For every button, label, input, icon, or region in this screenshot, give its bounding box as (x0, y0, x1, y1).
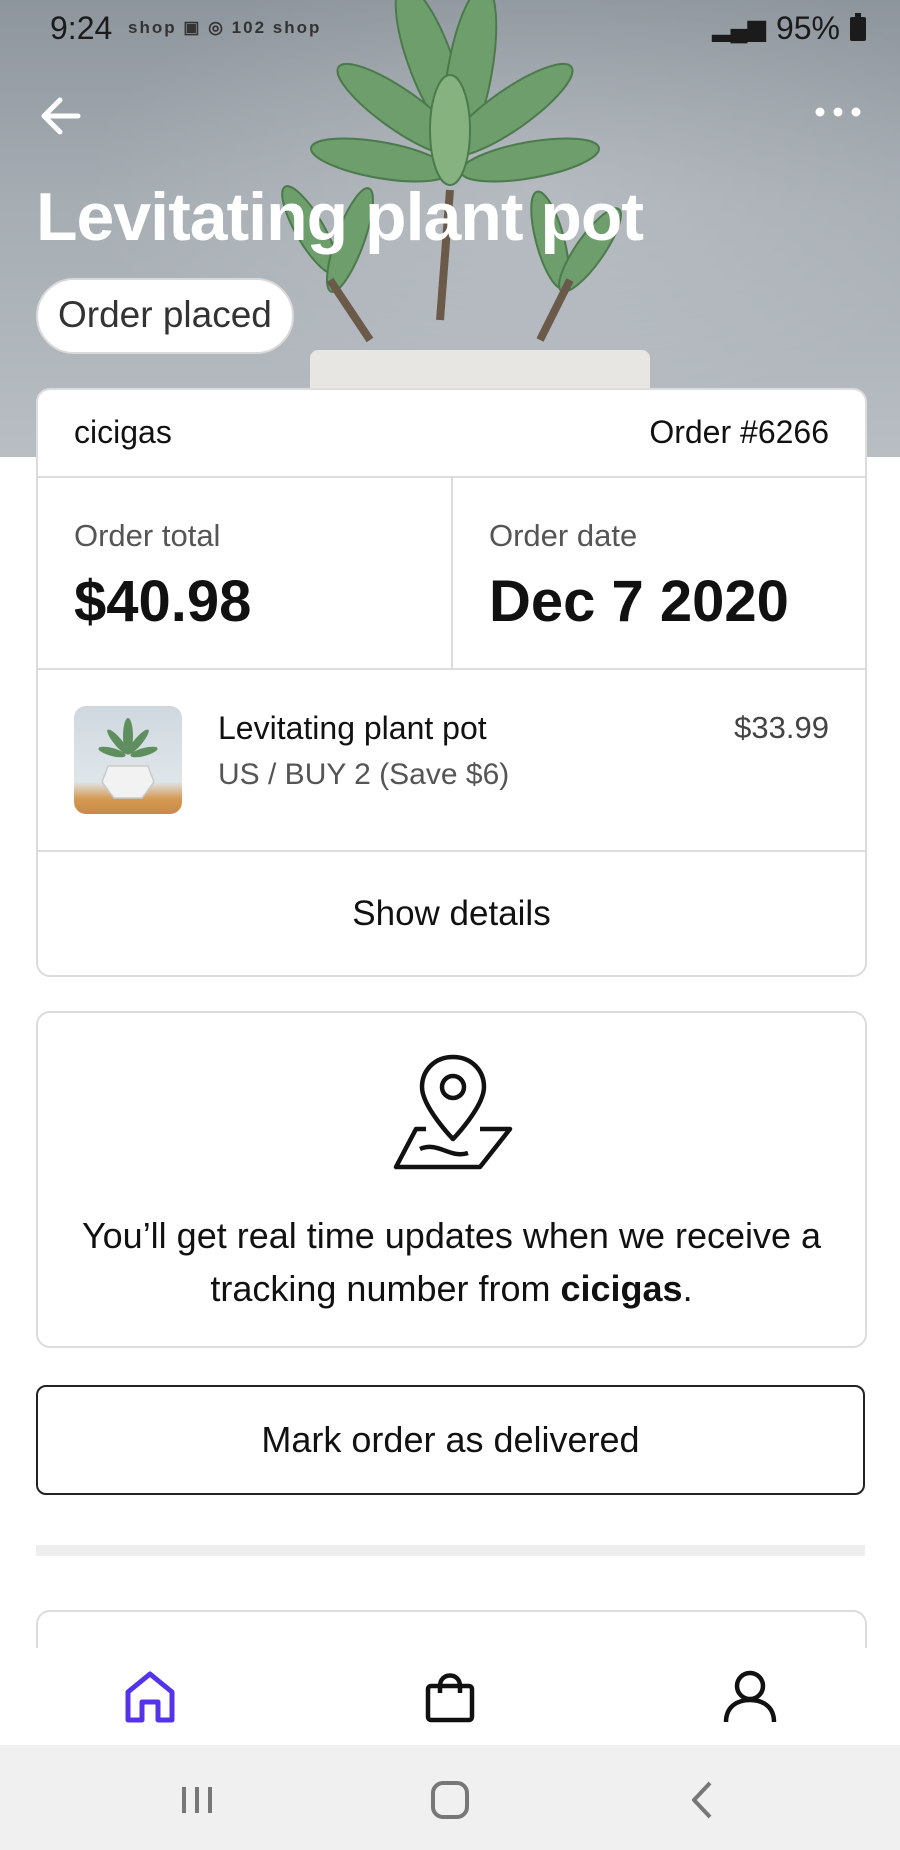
item-name: Levitating plant pot (218, 710, 487, 746)
item-thumbnail (74, 706, 182, 814)
order-header-row: cicigas Order #6266 (38, 390, 865, 478)
bottom-navigation (0, 1648, 900, 1744)
back-button[interactable] (34, 88, 90, 144)
map-pin-icon (393, 1054, 513, 1170)
status-bar: 9:24 shop ▣ ◎ 102 shop ▂▄▆ 95% (0, 0, 900, 56)
mark-delivered-button[interactable]: Mark order as delivered (36, 1385, 865, 1495)
recent-apps-button[interactable] (172, 1775, 222, 1825)
show-details-button[interactable]: Show details (38, 852, 865, 975)
signal-icon: ▂▄▆ (712, 15, 766, 42)
tracking-message-end: . (682, 1268, 693, 1309)
home-square-icon (431, 1781, 469, 1819)
home-icon (125, 1671, 175, 1723)
order-date-value: Dec 7 2020 (489, 569, 789, 634)
user-icon (723, 1670, 777, 1723)
status-right: ▂▄▆ 95% (712, 10, 866, 47)
more-options-button[interactable] (810, 90, 866, 130)
tracking-message-text: You’ll get real time updates when we rec… (81, 1215, 822, 1309)
tracking-info-card: You’ll get real time updates when we rec… (36, 1011, 867, 1348)
order-summary-card: cicigas Order #6266 Order total $40.98 O… (36, 388, 867, 977)
tracking-store-name: cicigas (560, 1268, 683, 1309)
plant-thumbnail-icon (98, 718, 158, 799)
back-system-button[interactable] (678, 1775, 728, 1825)
order-date-cell: Order date Dec 7 2020 (451, 478, 865, 668)
notification-icons: shop ▣ ◎ 102 shop (128, 18, 322, 37)
order-total-label: Order total (74, 518, 221, 553)
item-variant: US / BUY 2 (Save $6) (218, 758, 510, 791)
order-total-cell: Order total $40.98 (38, 478, 450, 668)
nav-account[interactable] (720, 1666, 780, 1726)
arrow-left-icon (41, 97, 81, 135)
battery-icon (850, 12, 866, 41)
chevron-left-icon (692, 1781, 712, 1819)
recent-apps-icon (182, 1787, 212, 1813)
battery-percent: 95% (775, 10, 840, 46)
order-status-badge: Order placed (36, 278, 294, 354)
shopping-bag-icon (425, 1673, 475, 1723)
home-system-button[interactable] (425, 1775, 475, 1825)
nav-home[interactable] (120, 1666, 180, 1726)
more-horizontal-icon (815, 107, 861, 117)
system-navigation-bar (0, 1745, 900, 1850)
order-date-label: Order date (489, 518, 638, 553)
tracking-message: You’ll get real time updates when we rec… (78, 1209, 825, 1315)
page-title: Levitating plant pot (36, 179, 644, 255)
order-total-value: $40.98 (74, 569, 252, 634)
status-time: 9:24 (50, 10, 113, 46)
item-price: $33.99 (734, 710, 829, 745)
store-name: cicigas (74, 414, 172, 450)
section-divider (36, 1545, 865, 1556)
order-totals-row: Order total $40.98 Order date Dec 7 2020 (38, 478, 865, 670)
order-number: Order #6266 (649, 414, 829, 450)
nav-shop[interactable] (420, 1666, 480, 1726)
order-item-row[interactable]: Levitating plant pot US / BUY 2 (Save $6… (38, 670, 865, 852)
